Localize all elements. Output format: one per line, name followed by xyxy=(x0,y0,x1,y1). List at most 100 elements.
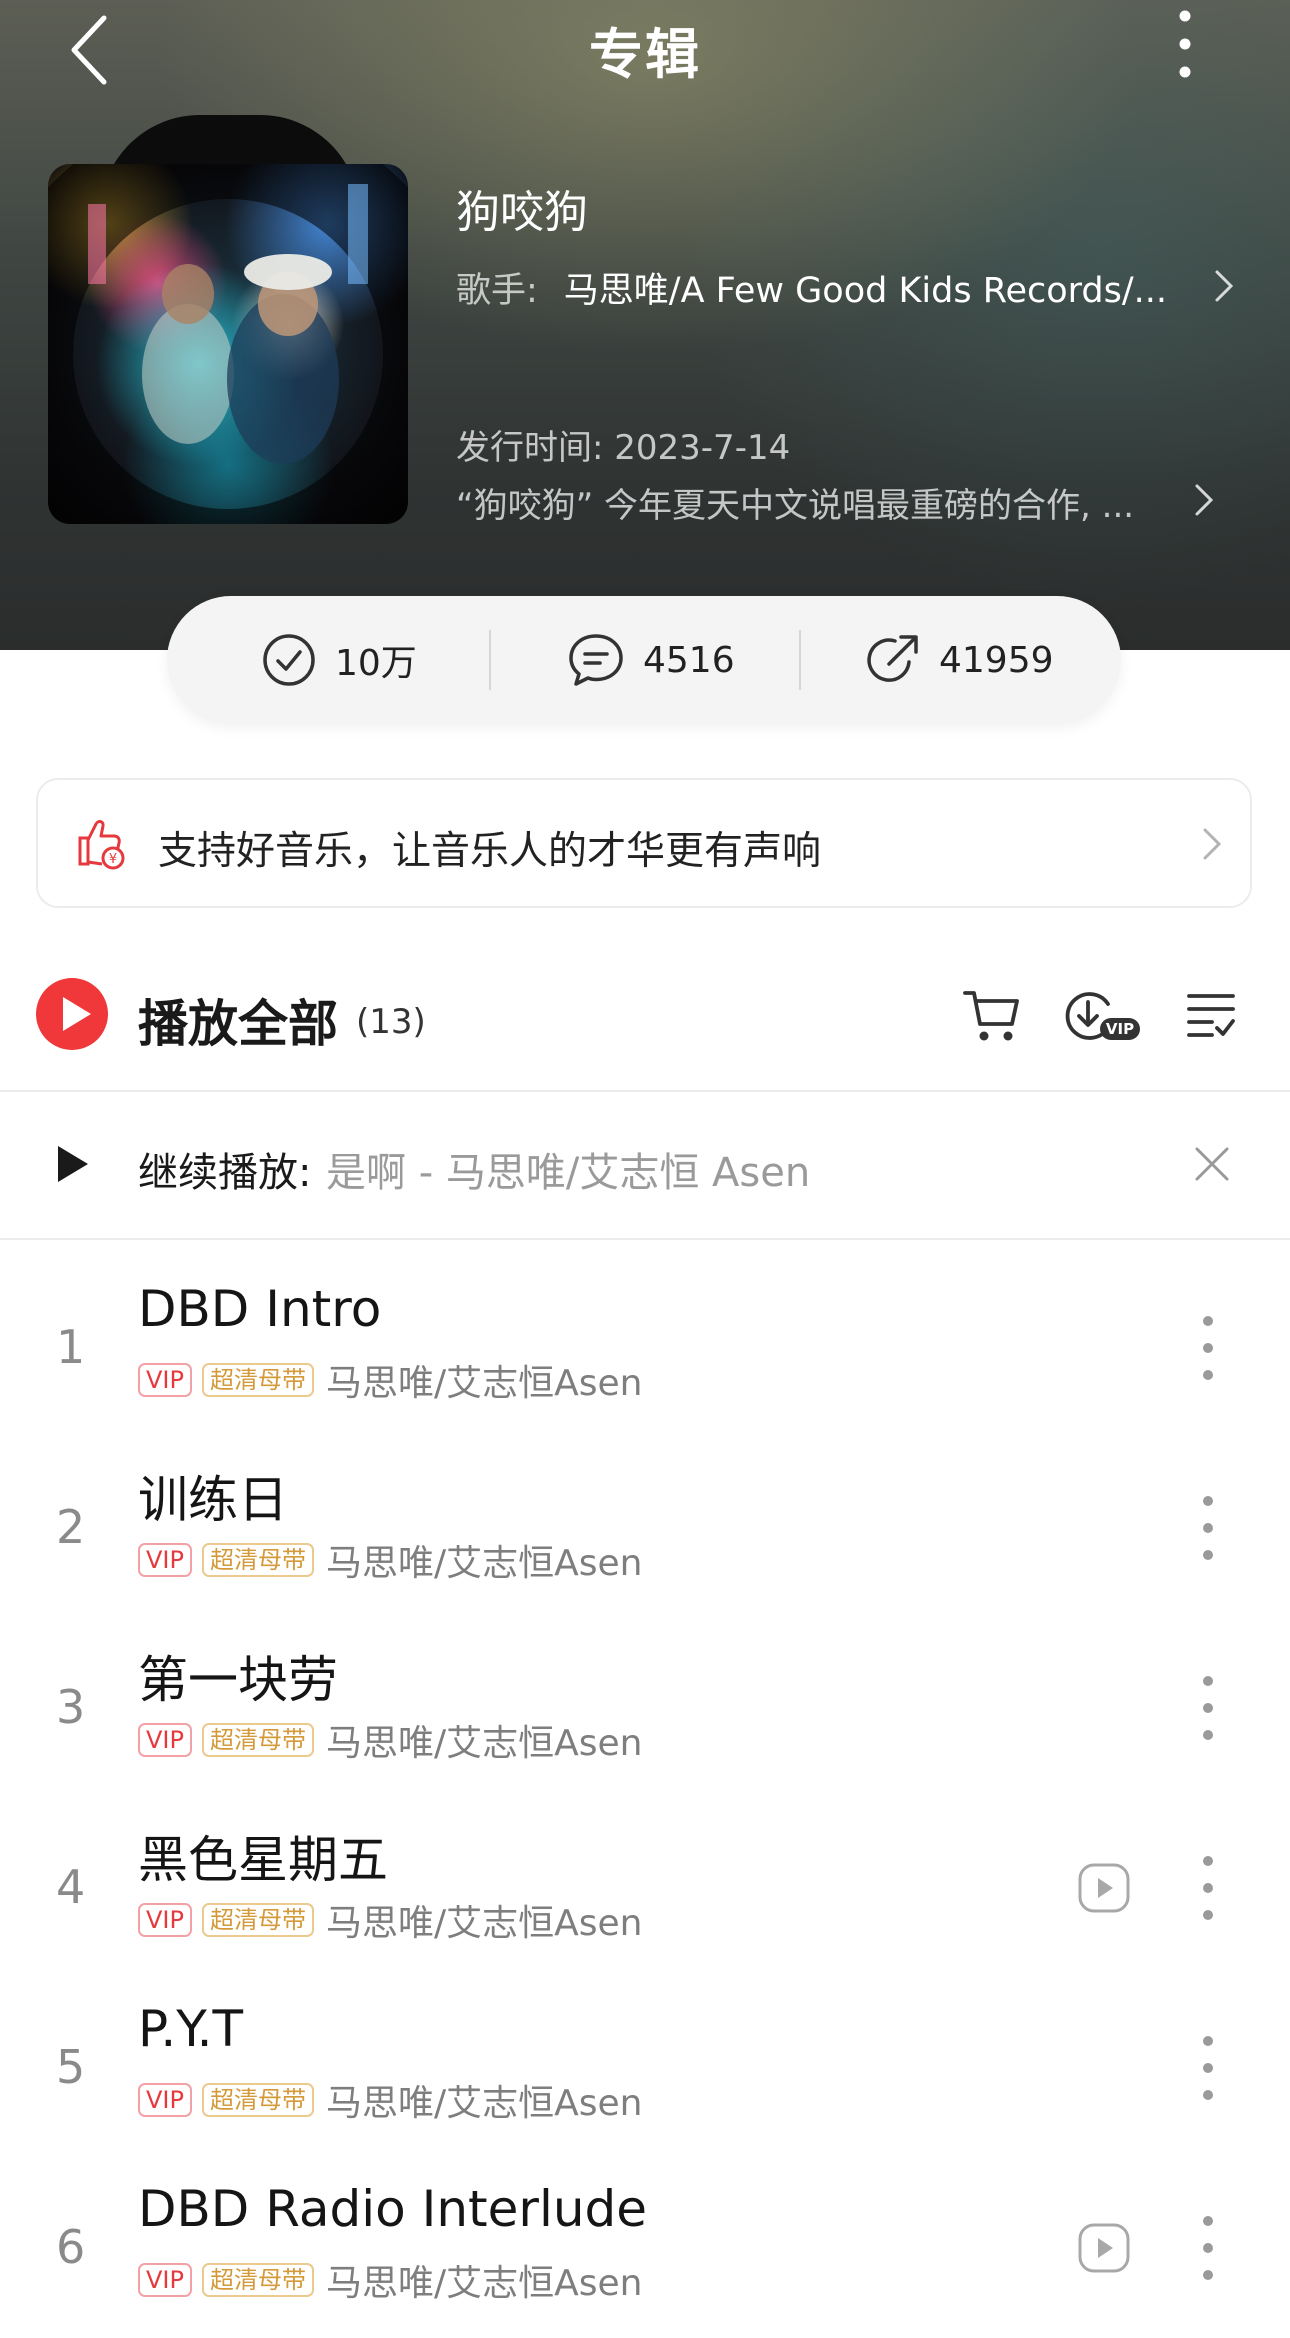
album-description-link[interactable]: “狗咬狗” 今年夏天中文说唱最重磅的合作, ... xyxy=(456,478,1216,528)
song-index: 6 xyxy=(56,2220,86,2274)
album-cover[interactable] xyxy=(48,164,408,524)
cover-art xyxy=(48,164,408,524)
master-quality-badge: 超清母带 xyxy=(201,2083,314,2117)
support-text: 支持好音乐，让音乐人的才华更有声响 xyxy=(158,829,822,874)
song-row[interactable]: 5 P.Y.T VIP 超清母带 马思唯/艾志恒Asen xyxy=(0,1978,1290,2158)
song-title: 第一块劳 xyxy=(138,1651,338,1709)
dot xyxy=(1203,2270,1213,2280)
continue-label: 继续播放: xyxy=(138,1150,312,1196)
song-more-button[interactable] xyxy=(1196,2030,1220,2106)
mv-play-icon[interactable] xyxy=(1077,2222,1131,2274)
artist-link[interactable]: 歌手: 马思唯/A Few Good Kids Records/... xyxy=(456,262,1236,312)
song-index: 4 xyxy=(56,1860,86,1914)
song-title: 黑色星期五 xyxy=(138,1831,388,1889)
song-row[interactable]: 1 DBD Intro VIP 超清母带 马思唯/艾志恒Asen xyxy=(0,1258,1290,1438)
vip-badge: VIP xyxy=(138,1363,192,1397)
song-more-button[interactable] xyxy=(1196,1850,1220,1926)
song-index: 5 xyxy=(56,2040,86,2094)
song-row[interactable]: 2 训练日 VIP 超清母带 马思唯/艾志恒Asen xyxy=(0,1438,1290,1618)
dot xyxy=(1203,1910,1213,1920)
check-circle-icon xyxy=(263,634,315,686)
song-more-button[interactable] xyxy=(1196,2210,1220,2286)
download-vip-icon[interactable]: VIP xyxy=(1062,988,1142,1044)
album-header: 专辑 狗咬狗 歌手: 马思唯/A Few Good Kids Records/..… xyxy=(0,0,1290,650)
continue-song: 是啊 - 马思唯/艾志恒 Asen xyxy=(326,1150,811,1196)
dot xyxy=(1203,2243,1213,2253)
share-button[interactable]: 41959 xyxy=(865,596,1054,724)
continue-playing-row[interactable]: 继续播放: 是啊 - 马思唯/艾志恒 Asen xyxy=(0,1094,1290,1238)
dot xyxy=(1203,1316,1213,1326)
dot xyxy=(1203,1883,1213,1893)
comment-icon xyxy=(569,634,623,686)
divider xyxy=(0,1090,1290,1092)
song-artist: 马思唯/艾志恒Asen xyxy=(325,2263,643,2304)
comments-count: 4516 xyxy=(643,639,735,681)
song-meta: VIP 超清母带 马思唯/艾志恒Asen xyxy=(138,1538,642,1584)
play-icon xyxy=(58,1146,88,1182)
dot xyxy=(1203,1370,1213,1380)
song-artist: 马思唯/艾志恒Asen xyxy=(325,1543,643,1584)
master-quality-badge: 超清母带 xyxy=(201,1363,314,1397)
song-artist: 马思唯/艾志恒Asen xyxy=(325,1903,643,1944)
song-row[interactable]: 6 DBD Radio Interlude VIP 超清母带 马思唯/艾志恒As… xyxy=(0,2158,1290,2338)
song-title: DBD Radio Interlude xyxy=(138,2180,648,2238)
song-meta: VIP 超清母带 马思唯/艾志恒Asen xyxy=(138,2258,642,2304)
dot xyxy=(1203,1523,1213,1533)
chevron-right-icon xyxy=(1195,484,1214,516)
master-quality-badge: 超清母带 xyxy=(201,1723,314,1757)
vip-badge: VIP xyxy=(138,1543,192,1577)
dot xyxy=(1203,1856,1213,1866)
song-title: 训练日 xyxy=(138,1471,288,1529)
album-title: 狗咬狗 xyxy=(456,187,588,238)
chevron-right-icon xyxy=(1215,270,1234,302)
track-count: (13) xyxy=(356,1002,426,1042)
dot xyxy=(1203,1676,1213,1686)
dot xyxy=(1203,2090,1213,2100)
song-index: 2 xyxy=(56,1500,86,1554)
cart-icon[interactable] xyxy=(962,988,1022,1044)
song-meta: VIP 超清母带 马思唯/艾志恒Asen xyxy=(138,1358,642,1404)
dot xyxy=(1203,1730,1213,1740)
dot xyxy=(1203,1343,1213,1353)
share-count: 41959 xyxy=(939,639,1054,681)
vip-badge: VIP xyxy=(138,2083,192,2117)
more-vertical-icon xyxy=(1179,10,1191,78)
song-artist: 马思唯/艾志恒Asen xyxy=(325,1363,643,1404)
song-row[interactable]: 4 黑色星期五 VIP 超清母带 马思唯/艾志恒Asen xyxy=(0,1798,1290,1978)
divider xyxy=(489,630,491,690)
collect-button[interactable]: 10万 xyxy=(261,596,417,724)
mv-play-icon[interactable] xyxy=(1077,1862,1131,1914)
svg-text:VIP: VIP xyxy=(1106,1020,1134,1038)
more-button[interactable] xyxy=(1160,4,1210,84)
song-title: P.Y.T xyxy=(138,2000,244,2058)
collect-count: 10万 xyxy=(335,643,417,684)
song-artist: 马思唯/艾志恒Asen xyxy=(325,1723,643,1764)
play-all-button[interactable] xyxy=(36,978,108,1050)
song-meta: VIP 超清母带 马思唯/艾志恒Asen xyxy=(138,1898,642,1944)
dot xyxy=(1203,1550,1213,1560)
divider xyxy=(799,630,801,690)
dot xyxy=(1203,2063,1213,2073)
multi-select-icon[interactable] xyxy=(1186,990,1236,1040)
play-all-label[interactable]: 播放全部 xyxy=(138,984,338,1056)
comments-button[interactable]: 4516 xyxy=(567,596,735,724)
close-icon[interactable] xyxy=(1192,1144,1232,1184)
song-more-button[interactable] xyxy=(1196,1670,1220,1746)
song-row[interactable]: 3 第一块劳 VIP 超清母带 马思唯/艾志恒Asen xyxy=(0,1618,1290,1798)
support-banner[interactable]: ¥ 支持好音乐，让音乐人的才华更有声响 xyxy=(36,778,1252,908)
svg-text:¥: ¥ xyxy=(109,852,117,867)
share-icon xyxy=(867,635,918,682)
vip-badge: VIP xyxy=(138,1723,192,1757)
vip-badge: VIP xyxy=(138,2263,192,2297)
dot xyxy=(1203,1703,1213,1713)
master-quality-badge: 超清母带 xyxy=(201,2263,314,2297)
song-artist: 马思唯/艾志恒Asen xyxy=(325,2083,643,2124)
song-meta: VIP 超清母带 马思唯/艾志恒Asen xyxy=(138,2078,642,2124)
stats-bar: 10万 4516 41959 xyxy=(167,596,1121,724)
song-more-button[interactable] xyxy=(1196,1490,1220,1566)
dot xyxy=(1203,1496,1213,1506)
chevron-right-icon xyxy=(1203,828,1222,860)
page-title: 专辑 xyxy=(589,23,701,86)
dot xyxy=(1203,2216,1213,2226)
song-more-button[interactable] xyxy=(1196,1310,1220,1386)
